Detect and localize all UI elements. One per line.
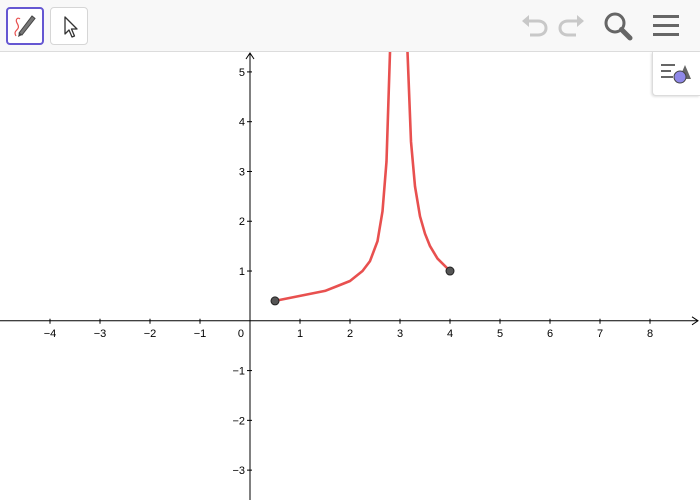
x-tick-label: 5 xyxy=(497,328,503,340)
points-layer xyxy=(270,266,455,306)
curve-layer xyxy=(273,52,452,303)
y-tick-label: 4 xyxy=(239,117,245,129)
y-tick-label: −3 xyxy=(232,465,245,477)
x-tick-label: 6 xyxy=(547,328,553,340)
pointer-arrow-icon xyxy=(64,16,78,38)
x-tick-label: −4 xyxy=(44,328,57,340)
redo-icon xyxy=(558,15,584,37)
x-tick-label: 8 xyxy=(647,328,653,340)
undo-icon xyxy=(522,15,548,37)
x-tick-label: 4 xyxy=(447,328,453,340)
x-tick-label: 7 xyxy=(597,328,603,340)
x-tick-label: 2 xyxy=(347,328,353,340)
menu-icon xyxy=(653,15,679,36)
y-tick-label: 3 xyxy=(239,166,245,178)
undo-button[interactable] xyxy=(518,10,550,42)
redo-button[interactable] xyxy=(556,10,588,42)
y-tick-label: 1 xyxy=(239,266,245,278)
pen-icon xyxy=(14,15,36,37)
endpoint xyxy=(445,266,455,276)
function-curve xyxy=(273,52,392,303)
x-tick-label: 3 xyxy=(397,328,403,340)
toolbar xyxy=(0,0,700,52)
x-tick-label: −3 xyxy=(94,328,107,340)
y-tick-label: 2 xyxy=(239,216,245,228)
search-icon xyxy=(604,12,633,41)
y-tick-label: 5 xyxy=(239,67,245,79)
x-tick-label: 1 xyxy=(297,328,303,340)
x-tick-label: −2 xyxy=(144,328,157,340)
y-tick-label: −1 xyxy=(232,366,245,378)
endpoint xyxy=(270,296,280,306)
function-curve xyxy=(406,52,452,273)
search-button[interactable] xyxy=(602,10,634,42)
graphics-view[interactable]: −4 −3 −2 −1 1 2 3 4 5 6 7 8 0 −3 −2 −1 1 2 3 4 5 xyxy=(0,52,700,500)
freehand-pen-tool-button[interactable] xyxy=(6,7,44,45)
axes: −4 −3 −2 −1 1 2 3 4 5 6 7 8 0 −3 −2 −1 1 2 3 4 5 xyxy=(0,52,699,500)
y-tick-label: −2 xyxy=(232,415,245,427)
move-pointer-tool-button[interactable] xyxy=(50,7,88,45)
x-tick-label: −1 xyxy=(194,328,207,340)
main-menu-button[interactable] xyxy=(650,10,682,42)
origin-label: 0 xyxy=(238,328,244,340)
